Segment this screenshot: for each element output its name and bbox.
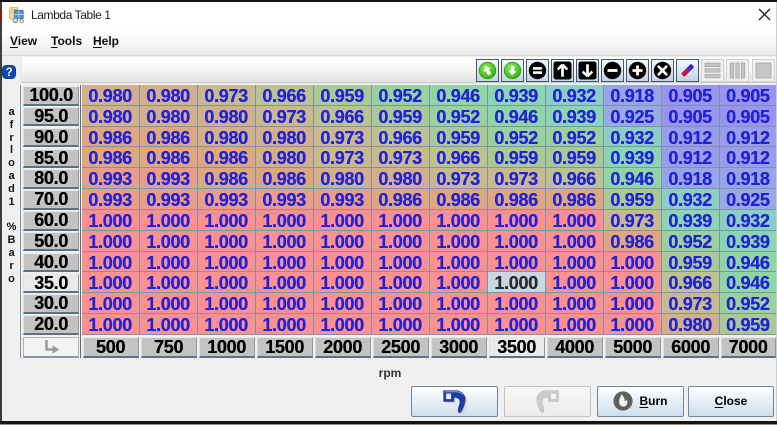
svg-text:?: ? — [6, 67, 13, 79]
